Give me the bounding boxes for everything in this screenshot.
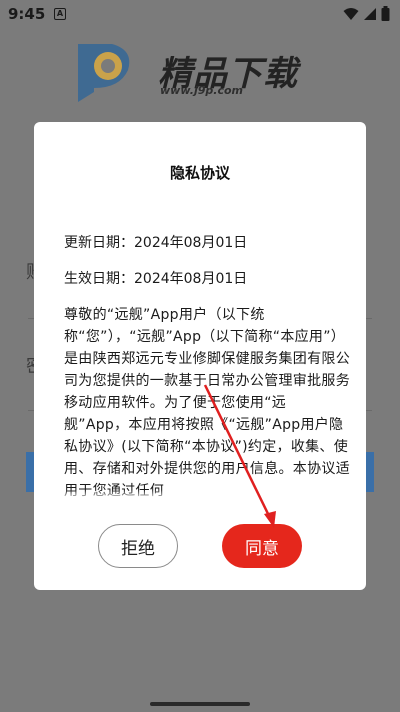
login-button-edge-left — [26, 452, 34, 492]
app-logo-icon — [78, 44, 130, 102]
status-icons — [343, 6, 390, 21]
update-date: 更新日期：2024年08月01日 — [64, 235, 248, 251]
navigation-bar — [0, 694, 400, 712]
dialog-title: 隐私协议 — [169, 164, 230, 182]
privacy-dialog: 隐私协议 更新日期：2024年08月01日 生效日期：2024年08月01日 尊… — [34, 122, 366, 590]
notification-icon: A — [54, 8, 66, 20]
effective-date: 生效日期：2024年08月01日 — [64, 271, 248, 287]
status-bar: 9:45 A — [0, 0, 400, 28]
wifi-icon — [343, 7, 359, 20]
policy-paragraph: 尊敬的“远舰”App用户（以下统称“您”），“远舰”App（以下简称“本应用”）… — [64, 307, 350, 499]
home-gesture-pill[interactable] — [150, 702, 250, 706]
dialog-body[interactable]: 更新日期：2024年08月01日 生效日期：2024年08月01日 尊敬的“远舰… — [64, 232, 350, 500]
signal-icon — [364, 7, 376, 20]
scroll-fade — [64, 490, 350, 500]
brand-url: www.j9p.com — [160, 84, 243, 97]
login-button-edge-right — [366, 452, 374, 492]
status-time: 9:45 — [8, 5, 46, 23]
battery-icon — [381, 6, 390, 21]
agree-button[interactable]: 同意 — [222, 524, 302, 568]
reject-button[interactable]: 拒绝 — [98, 524, 178, 568]
